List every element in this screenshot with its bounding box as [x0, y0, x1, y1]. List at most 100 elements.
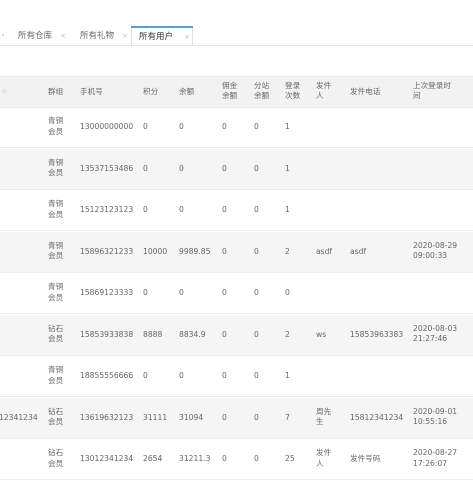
cell-balance: 9989.85 — [179, 246, 211, 256]
cell-branch: 0 — [254, 246, 259, 256]
header-balance[interactable]: 余额 — [179, 87, 194, 97]
header-last-login[interactable]: 上次登录时 间 — [413, 81, 469, 101]
table-row[interactable]: 青铜 会员 15123123123 0 0 0 0 1 — [0, 190, 473, 231]
cell-balance: 0 — [179, 122, 184, 131]
close-icon[interactable]: × — [60, 26, 66, 46]
header-branch[interactable]: 分站 余额 — [254, 81, 276, 101]
close-icon[interactable]: × — [122, 26, 128, 46]
cell-logins: 1 — [285, 205, 290, 214]
cell-phone: 13012341234 — [80, 454, 134, 463]
cell-sender-phone: asdf — [350, 246, 367, 256]
cell-logins: 2 — [285, 329, 290, 339]
cell-level: 青铜 会员 — [48, 199, 64, 219]
tab-label: 所有仓库 — [18, 31, 53, 41]
cell-balance: 8834.9 — [179, 329, 206, 339]
cell-sender: ws — [316, 329, 327, 339]
cell-branch: 0 — [254, 205, 259, 214]
cell-points: 0 — [143, 288, 148, 297]
close-icon[interactable]: × — [184, 27, 190, 47]
table-row[interactable]: 青铜 会员 13000000000 0 0 0 0 1 — [0, 107, 473, 148]
cell-commission: 0 — [222, 122, 227, 131]
cell-level: 青铜 会员 — [48, 365, 64, 385]
cell-phone: 13619632123 — [80, 412, 134, 422]
cell-branch: 0 — [254, 371, 259, 380]
cell-level: 青铜 会员 — [48, 157, 64, 178]
tab-label: 所有用户 — [139, 32, 174, 42]
table-row[interactable]: 青铜 会员 15869123333 0 0 0 0 0 — [0, 273, 473, 314]
cell-logins: 7 — [285, 412, 290, 422]
header-sender-phone[interactable]: 发件电话 — [350, 87, 380, 97]
tab-label: 所有礼物 — [80, 31, 115, 41]
header-commission[interactable]: 佣金 余额 — [222, 81, 244, 101]
tab-all-gifts[interactable]: 所有礼物 × — [70, 26, 130, 46]
cell-commission: 0 — [222, 412, 227, 422]
cell-points: 0 — [143, 163, 148, 173]
cell-commission: 0 — [222, 454, 227, 463]
cell-phone: 13537153486 — [80, 163, 134, 173]
tab-bar: · 所有仓库 × 所有礼物 × 所有用户 × — [0, 0, 473, 46]
cell-branch: 0 — [254, 454, 259, 463]
cell-level: 钻石 会员 — [48, 406, 64, 427]
cell-commission: 0 — [222, 246, 227, 256]
cell-level: 青铜 会员 — [48, 282, 64, 302]
cell-balance: 0 — [179, 288, 184, 297]
cell-commission: 0 — [222, 371, 227, 380]
cell-sender: 周先 生 — [316, 406, 332, 427]
tab-divider — [0, 45, 473, 46]
cell-points: 31111 — [143, 412, 168, 422]
table-row[interactable]: 钻石 会员 13012341234 2654 31211.3 0 0 25 发件 人 发件号码 2… — [0, 439, 473, 480]
cell-points: 10000 — [143, 246, 168, 256]
cell-logins: 0 — [285, 288, 290, 297]
table-row[interactable]: 12341234 钻石 会员 13619632123 31111 31094 0 0 7 周先 … — [0, 397, 473, 439]
cell-balance: 0 — [179, 371, 184, 380]
cell-level: 钻石 会员 — [48, 448, 64, 468]
cell-commission: 0 — [222, 205, 227, 214]
cell-id: 12341234 — [0, 412, 38, 422]
cell-logins: 2 — [285, 246, 290, 256]
table-row[interactable]: 钻石 会员 15853933838 8888 8834.9 0 0 2 ws 158539633… — [0, 314, 473, 356]
cell-last-login: 2020-08-03 21:27:46 — [413, 323, 458, 344]
cell-phone: 15853933838 — [80, 329, 134, 339]
table-row[interactable]: 青铜 会员 15896321233 10000 9989.85 0 0 2 asdf asdf 2… — [0, 231, 473, 273]
cell-logins: 1 — [285, 163, 290, 173]
cell-phone: 15869123333 — [80, 288, 134, 297]
cell-branch: 0 — [254, 329, 259, 339]
cell-balance: 0 — [179, 163, 184, 173]
cell-phone: 18855556666 — [80, 371, 134, 380]
cell-commission: 0 — [222, 329, 227, 339]
cell-sender-phone: 发件号码 — [350, 454, 381, 463]
header-logins[interactable]: 登录 次数 — [285, 81, 307, 101]
cell-balance: 31211.3 — [179, 454, 211, 463]
cell-sender-phone: 15812341234 — [350, 412, 404, 422]
cell-sender: 发件 人 — [316, 448, 332, 468]
cell-branch: 0 — [254, 163, 259, 173]
header-sender[interactable]: 发件 人 — [316, 81, 338, 101]
header-level[interactable]: 群组 — [48, 87, 63, 97]
table-header: ◇ 群组 手机号 积分 余额 佣金 余额 分站 余额 登录 次数 发件 人 发件… — [0, 76, 473, 108]
cell-logins: 25 — [285, 454, 295, 463]
cell-phone: 15123123123 — [80, 205, 134, 214]
cell-points: 0 — [143, 122, 148, 131]
cell-balance: 0 — [179, 205, 184, 214]
cell-level: 青铜 会员 — [48, 240, 64, 261]
cell-level: 钻石 会员 — [48, 323, 64, 344]
cell-phone: 15896321233 — [80, 246, 134, 256]
table-row[interactable]: 青铜 会员 13537153486 0 0 0 0 1 — [0, 148, 473, 190]
header-points[interactable]: 积分 — [143, 87, 158, 97]
tab-all-warehouses[interactable]: · 所有仓库 × — [0, 26, 70, 46]
cell-logins: 1 — [285, 122, 290, 131]
cell-sender: asdf — [316, 246, 333, 256]
cell-branch: 0 — [254, 412, 259, 422]
cell-points: 8888 — [143, 329, 163, 339]
tab-all-users[interactable]: 所有用户 × — [131, 26, 193, 46]
sort-icon[interactable]: ◇ — [2, 87, 7, 97]
cell-balance: 31094 — [179, 412, 204, 422]
header-phone[interactable]: 手机号 — [80, 87, 103, 97]
cell-phone: 13000000000 — [80, 122, 134, 131]
cell-points: 0 — [143, 205, 148, 214]
table-row[interactable]: 青铜 会员 18855556666 0 0 0 0 1 — [0, 356, 473, 397]
cell-level: 青铜 会员 — [48, 116, 64, 136]
cell-last-login: 2020-08-27 17:26:07 — [413, 448, 458, 468]
cell-points: 0 — [143, 371, 148, 380]
cell-logins: 1 — [285, 371, 290, 380]
